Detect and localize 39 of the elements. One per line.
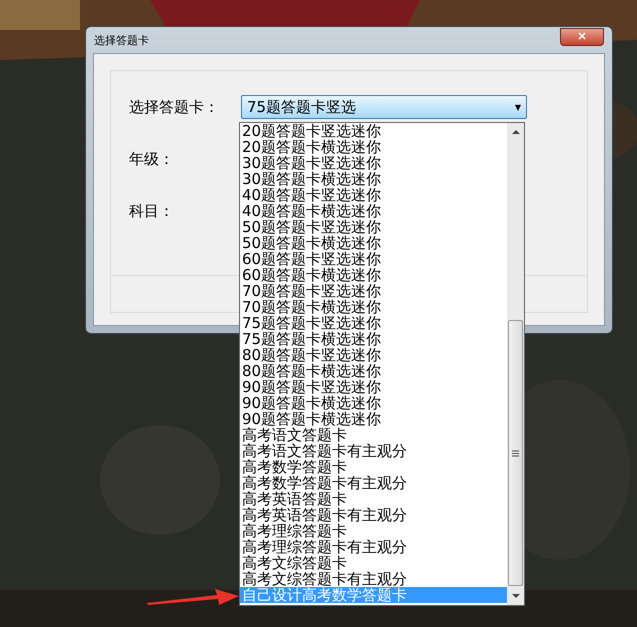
list-item[interactable]: 高考文综答题卡有主观分 (240, 571, 507, 587)
list-item[interactable]: 75题答题卡竖选迷你 (240, 315, 507, 331)
list-item[interactable]: 高考文综答题卡 (240, 555, 507, 571)
field-label: 年级： (129, 150, 175, 168)
list-item[interactable]: 20题答题卡竖选迷你 (240, 123, 507, 139)
list-item[interactable]: 50题答题卡横选迷你 (240, 235, 507, 251)
field-label: 选择答题卡： (129, 98, 220, 116)
scrollbar[interactable] (507, 123, 524, 605)
list-item[interactable]: 40题答题卡竖选迷你 (240, 187, 507, 203)
list-item[interactable]: 20题答题卡横选迷你 (240, 139, 507, 155)
field-label: 科目： (129, 202, 175, 220)
list-item[interactable]: 高考英语答题卡有主观分 (240, 507, 507, 523)
list-item[interactable]: 高考数学答题卡 (240, 459, 507, 475)
combo-box[interactable]: 75题答题卡竖选 ▼ (241, 95, 527, 119)
scroll-thumb[interactable] (508, 320, 523, 586)
list-item[interactable]: 高考理综答题卡有主观分 (240, 539, 507, 555)
list-item[interactable]: 80题答题卡横选迷你 (240, 363, 507, 379)
list-item[interactable]: 90题答题卡横选迷你 (240, 395, 507, 411)
list-item[interactable]: 30题答题卡横选迷你 (240, 171, 507, 187)
list-item[interactable]: 70题答题卡横选迷你 (240, 299, 507, 315)
list-item[interactable]: 80题答题卡竖选迷你 (240, 347, 507, 363)
list-item[interactable]: 高考语文答题卡有主观分 (240, 443, 507, 459)
list-item[interactable]: 90题答题卡竖选迷你 (240, 379, 507, 395)
list-item[interactable]: 60题答题卡竖选迷你 (240, 251, 507, 267)
list-item[interactable]: 75题答题卡横选迷你 (240, 331, 507, 347)
list-item[interactable]: 高考理综答题卡 (240, 523, 507, 539)
scroll-down-icon[interactable] (512, 594, 520, 599)
list-item[interactable]: 40题答题卡横选迷你 (240, 203, 507, 219)
list-item[interactable]: 高考语文答题卡 (240, 427, 507, 443)
list-item[interactable]: 90题答题卡横选迷你 (240, 411, 507, 427)
list-item[interactable]: 30题答题卡竖选迷你 (240, 155, 507, 171)
window-title: 选择答题卡 (94, 32, 149, 48)
list-item[interactable]: 高考数学答题卡有主观分 (240, 475, 507, 491)
scroll-up-icon[interactable] (512, 129, 520, 134)
list-item[interactable]: 60题答题卡横选迷你 (240, 267, 507, 283)
list-item[interactable]: 70题答题卡竖选迷你 (240, 283, 507, 299)
list-item[interactable]: 50题答题卡竖选迷你 (240, 219, 507, 235)
list-item[interactable]: 高考英语答题卡 (240, 491, 507, 507)
grip-icon (512, 450, 519, 456)
